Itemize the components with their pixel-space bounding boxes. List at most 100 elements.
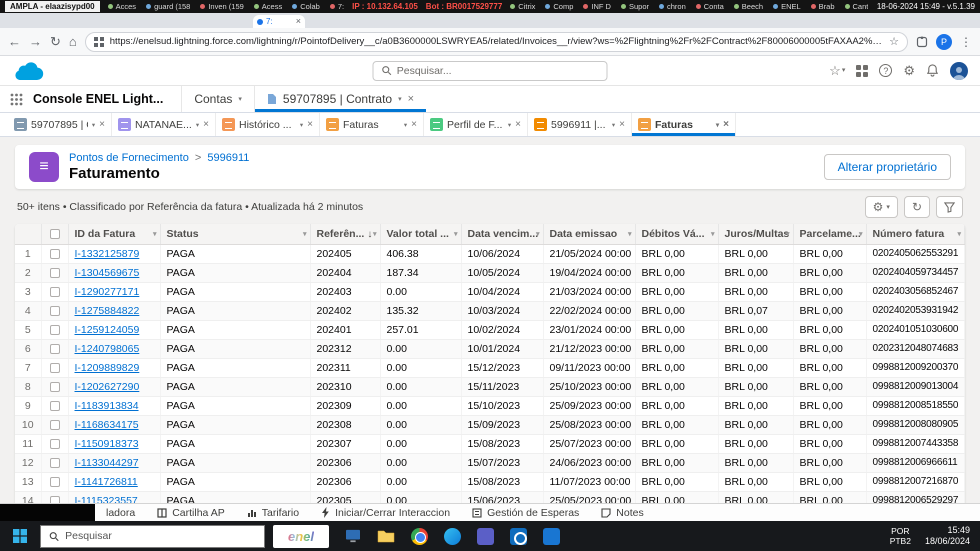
column-header-juros-multas[interactable]: Juros/Multas ▾ bbox=[718, 224, 794, 245]
column-header-referencia[interactable]: Referên... ↓ ▾ bbox=[310, 224, 381, 245]
browser-menu-icon[interactable]: ⋮ bbox=[960, 35, 972, 49]
close-icon[interactable]: × bbox=[408, 93, 414, 105]
window-chip[interactable]: Supor bbox=[620, 2, 649, 11]
utility-item-notes[interactable]: Notes bbox=[590, 504, 654, 521]
address-bar[interactable]: https://enelsud.lightning.force.com/ligh… bbox=[84, 31, 908, 52]
subtab-contact[interactable]: NATANAE... ▾ × bbox=[112, 113, 216, 136]
extensions-icon[interactable] bbox=[916, 36, 928, 48]
utility-item-cartilha[interactable]: Cartilha AP bbox=[146, 504, 236, 521]
language-indicator[interactable]: POR PTB2 bbox=[890, 526, 911, 546]
taskbar-search[interactable] bbox=[40, 524, 265, 548]
close-icon[interactable]: × bbox=[307, 119, 313, 130]
chevron-down-icon[interactable]: ▾ bbox=[238, 95, 242, 103]
subtab-perfil[interactable]: Perfil de F... ▾ × bbox=[424, 113, 528, 136]
row-checkbox[interactable] bbox=[49, 495, 60, 503]
console-tab-contas[interactable]: Contas ▾ bbox=[181, 86, 254, 112]
window-chip[interactable]: Beech bbox=[733, 2, 763, 11]
chevron-down-icon[interactable]: ▾ bbox=[300, 121, 303, 129]
utility-item-gestion-esperas[interactable]: Gestión de Esperas bbox=[461, 504, 590, 521]
tab-close-icon[interactable]: × bbox=[296, 17, 301, 26]
teams-icon[interactable] bbox=[475, 526, 495, 546]
subtab-faturas-active[interactable]: Faturas ▾ × bbox=[632, 113, 736, 136]
close-icon[interactable]: × bbox=[203, 119, 209, 130]
invoice-id-link[interactable]: I-1183913834 bbox=[75, 400, 139, 412]
utility-item-tarifario[interactable]: Tarifario bbox=[236, 504, 310, 521]
forward-icon[interactable]: → bbox=[29, 35, 42, 48]
invoice-id-link[interactable]: I-1240798065 bbox=[75, 343, 140, 355]
window-chip[interactable]: Conta bbox=[695, 2, 724, 11]
invoice-id-link[interactable]: I-1304569675 bbox=[75, 267, 140, 279]
utility-item-calculadora[interactable]: ladora bbox=[95, 504, 146, 521]
breadcrumb-current-link[interactable]: 5996911 bbox=[207, 152, 249, 164]
global-search-input[interactable] bbox=[396, 64, 599, 77]
window-chip[interactable]: ENEL bbox=[773, 2, 801, 11]
filter-button[interactable] bbox=[936, 196, 963, 218]
start-button[interactable] bbox=[0, 521, 40, 551]
invoice-id-link[interactable]: I-1209889829 bbox=[75, 362, 140, 374]
bookmark-star-icon[interactable]: ☆ bbox=[889, 35, 899, 48]
row-checkbox[interactable] bbox=[49, 381, 60, 392]
edge-icon[interactable] bbox=[442, 526, 462, 546]
taskbar-clock[interactable]: 15:49 18/06/2024 bbox=[925, 525, 970, 547]
back-icon[interactable]: ← bbox=[8, 35, 21, 48]
chrome-icon[interactable] bbox=[409, 526, 429, 546]
window-chip[interactable]: Brab bbox=[810, 2, 835, 11]
row-checkbox[interactable] bbox=[49, 476, 60, 487]
task-view-icon[interactable] bbox=[343, 526, 363, 546]
chevron-down-icon[interactable]: ▾ bbox=[508, 121, 511, 129]
window-chip[interactable]: 7: bbox=[329, 2, 344, 11]
row-checkbox[interactable] bbox=[49, 343, 60, 354]
column-header-valor-total[interactable]: Valor total ... ▾ bbox=[380, 224, 462, 245]
file-explorer-icon[interactable] bbox=[376, 526, 396, 546]
window-chip[interactable]: Colab bbox=[292, 2, 320, 11]
row-checkbox[interactable] bbox=[49, 400, 60, 411]
invoice-id-link[interactable]: I-1168634175 bbox=[75, 419, 139, 431]
breadcrumb-parent-link[interactable]: Pontos de Fornecimento bbox=[69, 152, 189, 164]
invoice-id-link[interactable]: I-1150918373 bbox=[75, 438, 139, 450]
app-icon-blue[interactable] bbox=[541, 526, 561, 546]
column-header-debitos[interactable]: Débitos Vá... ▾ bbox=[635, 224, 719, 245]
column-header-data-vencimento[interactable]: Data vencim... ▾ bbox=[461, 224, 544, 245]
apps-icon[interactable] bbox=[856, 64, 869, 77]
invoice-id-link[interactable]: I-1115323557 bbox=[75, 495, 138, 504]
refresh-button[interactable]: ↻ bbox=[903, 196, 930, 218]
chevron-down-icon[interactable]: ▾ bbox=[92, 121, 95, 129]
favorites-star-icon[interactable]: ☆ ▾ bbox=[829, 64, 845, 77]
chevron-down-icon[interactable]: ▾ bbox=[404, 121, 407, 129]
site-info-icon[interactable] bbox=[93, 36, 104, 47]
subtab-contrato[interactable]: 59707895 | Contr...▾× bbox=[8, 113, 112, 136]
user-avatar[interactable] bbox=[950, 61, 968, 80]
window-chip[interactable]: chron bbox=[659, 2, 686, 11]
invoice-id-link[interactable]: I-1275884822 bbox=[75, 305, 140, 317]
change-owner-button[interactable]: Alterar proprietário bbox=[823, 154, 951, 180]
help-icon[interactable]: ? bbox=[879, 64, 893, 77]
close-icon[interactable]: × bbox=[515, 119, 521, 130]
row-checkbox[interactable] bbox=[49, 305, 60, 316]
utility-item-interaccion[interactable]: Iniciar/Cerrar Interaccion bbox=[310, 504, 461, 521]
window-chip[interactable]: Acess bbox=[253, 2, 282, 11]
column-header-data-emissao[interactable]: Data emissao ▾ bbox=[543, 224, 636, 245]
close-icon[interactable]: × bbox=[619, 119, 625, 130]
window-chip[interactable]: Cant bbox=[844, 2, 868, 11]
invoice-id-link[interactable]: I-1133044297 bbox=[75, 457, 139, 469]
home-icon[interactable]: ⌂ bbox=[69, 35, 77, 48]
chevron-down-icon[interactable]: ▾ bbox=[196, 121, 199, 129]
column-header-invoice-id[interactable]: ID da Fatura ▾ bbox=[68, 224, 161, 245]
list-settings-button[interactable]: ⚙ ▾ bbox=[864, 196, 898, 218]
chevron-down-icon[interactable]: ▾ bbox=[398, 95, 402, 103]
invoice-id-link[interactable]: I-1259124059 bbox=[75, 324, 140, 336]
column-header-status[interactable]: Status ▾ bbox=[160, 224, 311, 245]
close-icon[interactable]: × bbox=[411, 119, 417, 130]
reload-icon[interactable]: ↻ bbox=[50, 35, 61, 48]
app-launcher-icon[interactable] bbox=[0, 86, 33, 112]
setup-gear-icon[interactable]: ⚙ bbox=[903, 64, 915, 77]
global-search[interactable] bbox=[372, 60, 608, 81]
row-checkbox[interactable] bbox=[49, 286, 60, 297]
window-chip[interactable]: guard (158 bbox=[146, 2, 190, 11]
window-chip[interactable]: Comp bbox=[545, 2, 573, 11]
column-header-numero-fatura[interactable]: Número fatura ▾ bbox=[866, 224, 965, 245]
invoice-id-link[interactable]: I-1332125879 bbox=[75, 248, 140, 260]
row-checkbox[interactable] bbox=[49, 457, 60, 468]
column-header-parcelamento[interactable]: Parcelame... ▾ bbox=[793, 224, 867, 245]
taskbar-search-input[interactable] bbox=[65, 530, 256, 542]
